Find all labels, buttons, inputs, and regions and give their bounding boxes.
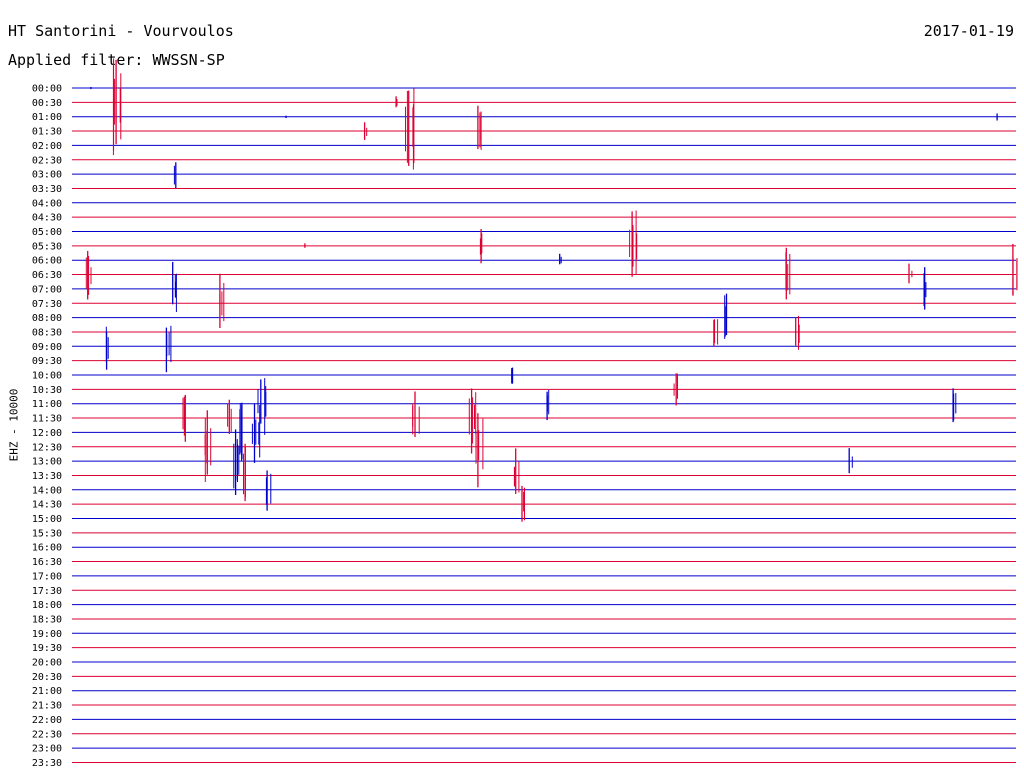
seismic-event (204, 410, 212, 482)
seismic-event (182, 394, 186, 442)
seismic-event (513, 448, 520, 494)
row-time-label: 11:30 (32, 414, 62, 425)
row-time-label: 12:00 (32, 428, 62, 439)
seismic-event (405, 88, 415, 170)
seismic-event (105, 326, 109, 370)
seismic-event (479, 229, 483, 264)
seismic-event (395, 96, 398, 108)
seismic-event (243, 443, 246, 502)
row-time-label: 20:30 (32, 672, 62, 683)
seismic-event (559, 253, 562, 265)
row-time-label: 14:30 (32, 500, 62, 511)
row-time-label: 18:30 (32, 614, 62, 625)
row-time-label: 16:30 (32, 557, 62, 568)
seismic-event (908, 263, 913, 284)
row-time-label: 03:00 (32, 170, 62, 181)
seismic-event (172, 261, 177, 312)
row-time-label: 05:00 (32, 227, 62, 238)
row-time-label: 20:00 (32, 658, 62, 669)
seismic-event (165, 325, 172, 373)
seismic-event (724, 293, 728, 339)
row-time-label: 22:30 (32, 729, 62, 740)
seismic-event (173, 162, 177, 188)
row-time-label: 21:30 (32, 701, 62, 712)
seismic-event (713, 319, 719, 347)
seismic-event (1012, 243, 1018, 296)
seismogram-page: HT Santorini - Vourvoulos 2017-01-19 App… (0, 0, 1024, 780)
row-time-label: 10:30 (32, 385, 62, 396)
row-time-label: 06:00 (32, 256, 62, 267)
seismic-event (112, 58, 122, 156)
row-time-label: 11:00 (32, 399, 62, 410)
row-time-label: 02:30 (32, 155, 62, 166)
row-time-label: 09:30 (32, 356, 62, 367)
row-time-label: 01:30 (32, 127, 62, 138)
row-time-label: 23:00 (32, 744, 62, 755)
seismic-event (251, 403, 261, 463)
row-time-label: 13:30 (32, 471, 62, 482)
row-time-label: 08:30 (32, 327, 62, 338)
seismic-event (85, 250, 92, 300)
row-time-label: 18:00 (32, 600, 62, 611)
row-time-label: 02:00 (32, 141, 62, 152)
row-time-label: 14:00 (32, 485, 62, 496)
seismic-event (952, 388, 957, 423)
seismic-event (233, 429, 240, 495)
row-time-label: 00:00 (32, 84, 62, 95)
seismic-event (219, 273, 225, 328)
row-time-label: 15:30 (32, 528, 62, 539)
row-time-label: 05:30 (32, 241, 62, 252)
row-time-label: 09:00 (32, 342, 62, 353)
row-time-label: 15:00 (32, 514, 62, 525)
row-time-label: 04:00 (32, 198, 62, 209)
helicorder-plot: 00:00 00:30 01:00 01:30 02:00 02:30 03:00 03:30… (32, 58, 1018, 769)
row-time-label: 03:30 (32, 184, 62, 195)
row-time-label: 16:00 (32, 543, 62, 554)
row-time-label: 08:00 (32, 313, 62, 324)
row-time-label: 01:00 (32, 112, 62, 123)
seismic-event (785, 247, 791, 300)
seismic-event (629, 210, 638, 277)
row-time-label: 00:30 (32, 98, 62, 109)
seismic-event (227, 399, 232, 434)
row-time-label: 23:30 (32, 758, 62, 769)
seismic-event (412, 391, 420, 437)
seismic-event (265, 470, 272, 511)
row-time-label: 13:00 (32, 457, 62, 468)
row-time-label: 06:30 (32, 270, 62, 281)
seismic-event (475, 413, 484, 488)
seismic-event (546, 390, 550, 421)
row-time-label: 07:30 (32, 299, 62, 310)
row-time-label: 17:30 (32, 586, 62, 597)
row-time-label: 12:30 (32, 442, 62, 453)
row-time-label: 22:00 (32, 715, 62, 726)
seismic-event (468, 388, 477, 454)
row-time-label: 19:30 (32, 643, 62, 654)
row-time-label: 17:00 (32, 571, 62, 582)
row-time-label: 21:00 (32, 686, 62, 697)
row-time-label: 04:30 (32, 213, 62, 224)
seismic-event (521, 485, 525, 522)
row-time-label: 10:00 (32, 371, 62, 382)
row-time-label: 07:00 (32, 284, 62, 295)
seismic-event (511, 367, 514, 384)
seismic-event (795, 315, 800, 350)
row-time-label: 19:00 (32, 629, 62, 640)
seismic-event (477, 105, 482, 150)
